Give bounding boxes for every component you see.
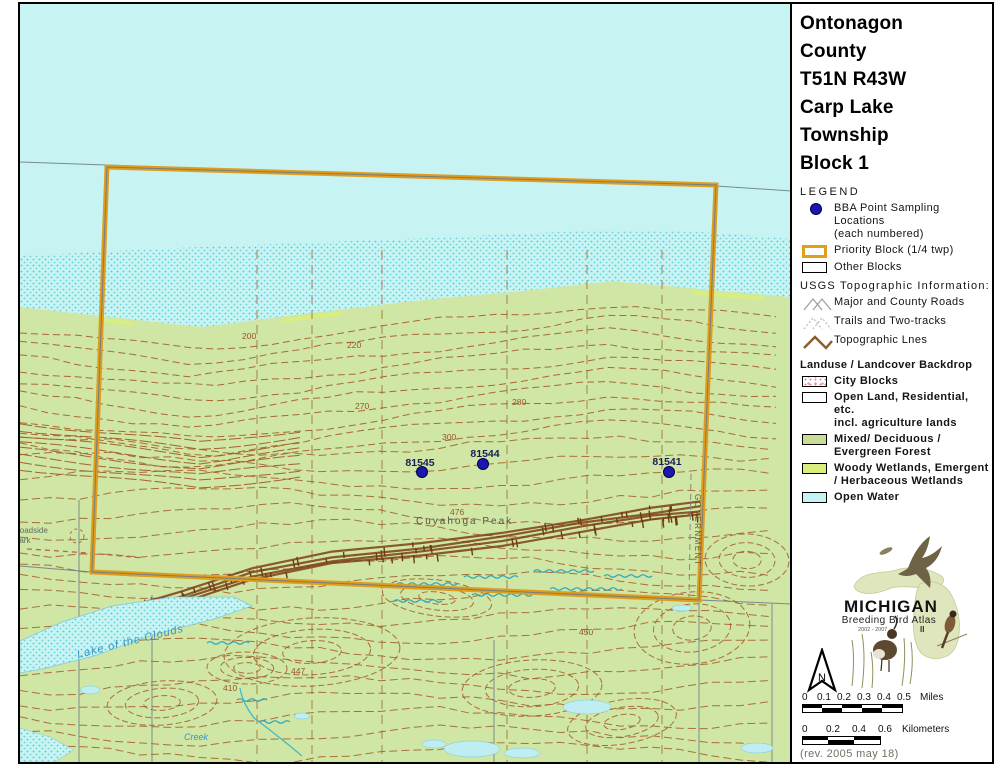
legend-item-topo-lines: Topographic Lnes [800, 334, 990, 350]
title-line: Block 1 [800, 150, 990, 178]
scale-tick: 0.4 [877, 692, 891, 703]
legend-heading: LEGEND [800, 186, 990, 199]
legend-label: / Herbaceous Wetlands [834, 475, 990, 488]
bba-point-icon [810, 203, 822, 215]
title-line: County [800, 38, 990, 66]
mixed-forest-swatch [802, 434, 827, 445]
scale-tick: 0 [802, 692, 808, 703]
scale-tick: 0.2 [837, 692, 851, 703]
legend-panel: Ontonagon County T51N R43W Carp Lake Tow… [790, 4, 992, 762]
legend-label: Priority Block (1/4 twp) [834, 244, 990, 257]
cuyahoga-peak-label: Cuyahoga Peak [416, 516, 513, 527]
revision-note: (rev. 2005 may 18) [800, 748, 899, 760]
title-line: Township [800, 122, 990, 150]
scale-bar-graphic [802, 704, 904, 713]
scale-unit: Miles [920, 692, 943, 703]
contour-label: 447 [291, 666, 305, 676]
contour-label: 200 [242, 331, 256, 341]
legend-label: City Blocks [834, 375, 990, 388]
contour-label: 220 [347, 340, 361, 350]
scale-tick: 0.5 [897, 692, 911, 703]
city-blocks-swatch [802, 376, 827, 387]
legend-item-bba-points: BBA Point Sampling Locations (each numbe… [800, 202, 990, 241]
contour-label: 410 [223, 683, 237, 693]
scale-tick: 0 [802, 724, 808, 735]
feather-illustration [879, 546, 894, 556]
contour-label: 450 [579, 627, 593, 637]
title-line: Carp Lake [800, 94, 990, 122]
logo-name: MICHIGAN [844, 597, 938, 616]
topo-map-canvas: 200 220 270 280 300 476 447 410 450 Lake… [20, 4, 792, 762]
legend-label: Evergreen Forest [834, 446, 990, 459]
scale-tick: 0.3 [857, 692, 871, 703]
topo-lines-icon [802, 334, 834, 350]
legend-label: BBA Point Sampling Locations [834, 202, 990, 228]
sampling-point-marker [664, 467, 675, 478]
north-arrow: N [806, 648, 838, 694]
title-line: Ontonagon [800, 10, 990, 38]
contour-label: 280 [512, 397, 526, 407]
scale-unit: Kilometers [902, 724, 949, 735]
legend-label: (each numbered) [834, 228, 990, 241]
trails-icon [802, 315, 834, 331]
priority-block-swatch [802, 245, 827, 258]
creek-label: Creek [184, 732, 209, 742]
legend-item-woody-wetlands: Woody Wetlands, Emergent / Herbaceous We… [800, 462, 990, 488]
contour-label: 300 [442, 432, 456, 442]
legend-item-open-land: Open Land, Residential, etc. incl. agric… [800, 391, 990, 430]
map-frame: 200 220 270 280 300 476 447 410 450 Lake… [18, 2, 994, 764]
landuse-heading: Landuse / Landcover Backdrop [800, 359, 990, 372]
usgs-heading: USGS Topographic Information: [800, 280, 990, 293]
woody-wetlands-swatch [802, 463, 827, 474]
sampling-point-marker [478, 459, 489, 470]
bba-map-page: 200 220 270 280 300 476 447 410 450 Lake… [0, 0, 1000, 768]
roadside-park-label-2: Park [20, 536, 31, 545]
page-title: Ontonagon County T51N R43W Carp Lake Tow… [800, 10, 990, 178]
scale-tick: 0.6 [878, 724, 892, 735]
legend-item-city-blocks: City Blocks [800, 375, 990, 388]
logo-years: 2002 - 2007 [858, 627, 887, 633]
legend-label: Topographic Lnes [834, 334, 990, 347]
scale-tick: 0.2 [826, 724, 840, 735]
legend-label: Trails and Two-tracks [834, 315, 990, 328]
scale-tick: 0.4 [852, 724, 866, 735]
open-land-swatch [802, 392, 827, 403]
sampling-point-marker [417, 467, 428, 478]
legend-label: Open Land, Residential, etc. [834, 391, 990, 417]
legend-item-other-blocks: Other Blocks [800, 261, 990, 274]
scale-tick: 0.1 [817, 692, 831, 703]
legend-item-priority-block: Priority Block (1/4 twp) [800, 244, 990, 258]
legend-item-roads: Major and County Roads [800, 296, 990, 312]
legend-label: incl. agriculture lands [834, 417, 990, 430]
roadside-park-label-1: Roadside [20, 526, 48, 535]
legend-item-mixed-forest: Mixed/ Deciduous / Evergreen Forest [800, 433, 990, 459]
title-line: T51N R43W [800, 66, 990, 94]
legend-label: Woody Wetlands, Emergent [834, 462, 990, 475]
north-letter: N [818, 672, 826, 684]
legend-label: Open Water [834, 491, 990, 504]
sampling-point-label: 81544 [470, 448, 499, 460]
legend-item-open-water: Open Water [800, 491, 990, 504]
legend-label: Mixed/ Deciduous / [834, 433, 990, 446]
legend-item-trails: Trails and Two-tracks [800, 315, 990, 331]
government-trail-label: GOVERNMENT [693, 494, 702, 566]
scale-bar-miles: 0 0.1 0.2 0.3 0.4 0.5 Miles [798, 692, 988, 718]
scale-bar-graphic [802, 736, 882, 745]
contour-label: 270 [355, 401, 369, 411]
open-water-swatch [802, 492, 827, 503]
legend-label: Major and County Roads [834, 296, 990, 309]
logo-numeral: II [920, 625, 924, 634]
sampling-point-label: 81541 [652, 456, 681, 468]
other-blocks-swatch [802, 262, 827, 273]
legend-label: Other Blocks [834, 261, 990, 274]
roads-icon [802, 296, 834, 312]
scale-bar-kilometers: 0 0.2 0.4 0.6 Kilometers [798, 724, 988, 750]
